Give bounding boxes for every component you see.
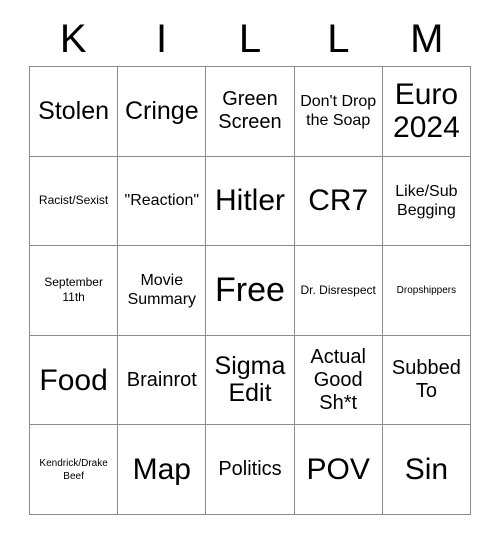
bingo-cell-label: Movie Summary <box>127 272 197 309</box>
bingo-cell-label: Subbed To <box>391 357 461 403</box>
bingo-cell[interactable]: Actual Good Sh*t <box>294 335 383 426</box>
bingo-cell-label: Kendrick/Drake Beef <box>39 457 108 482</box>
bingo-cell[interactable]: Don't Drop the Soap <box>294 67 383 157</box>
bingo-cell-label: Like/Sub Begging <box>395 182 458 219</box>
bingo-card: K I L L M Stolen Cringe Green Screen Don… <box>0 0 500 544</box>
bingo-cell[interactable]: Racist/Sexist <box>30 156 119 247</box>
bingo-cell-label: Politics <box>218 458 282 481</box>
bingo-cell[interactable]: Like/Sub Begging <box>382 156 471 247</box>
bingo-cell-label: Euro 2024 <box>393 78 460 145</box>
bingo-cell-label: Food <box>39 363 108 397</box>
bingo-cell-label: September 11th <box>44 275 103 305</box>
bingo-cell[interactable]: Cringe <box>118 67 207 157</box>
bingo-cell-label: Actual Good Sh*t <box>310 345 366 414</box>
bingo-cell-label: Racist/Sexist <box>38 193 109 208</box>
bingo-cell-label: Cringe <box>124 96 199 125</box>
bingo-cell-label: Stolen <box>38 96 110 125</box>
bingo-cell[interactable]: "Reaction" <box>118 156 207 247</box>
bingo-cell-label: Hitler <box>214 184 285 218</box>
bingo-cell[interactable]: Kendrick/Drake Beef <box>30 425 119 515</box>
header-letter-1: K <box>59 17 87 61</box>
bingo-cell-label: CR7 <box>308 184 369 218</box>
bingo-cell-free[interactable]: Free <box>206 246 295 336</box>
bingo-cell[interactable]: Sin <box>382 425 471 515</box>
bingo-cell[interactable]: Map <box>118 425 207 515</box>
bingo-cell[interactable]: Movie Summary <box>118 246 207 336</box>
bingo-cell-label: Sin <box>404 453 449 487</box>
bingo-cell[interactable]: Hitler <box>206 156 295 247</box>
bingo-cell[interactable]: Food <box>30 335 119 426</box>
bingo-cell-label: Dr. Disrespect <box>300 282 376 297</box>
bingo-cell-label: Dropshippers <box>396 284 457 296</box>
bingo-cell[interactable]: Euro 2024 <box>382 67 471 157</box>
bingo-cell[interactable]: September 11th <box>30 246 119 336</box>
bingo-cell-label: Free <box>215 270 285 309</box>
bingo-cell[interactable]: Politics <box>206 425 295 515</box>
bingo-cell[interactable]: Subbed To <box>382 335 471 426</box>
bingo-cell[interactable]: POV <box>294 425 383 515</box>
bingo-cell-label: Map <box>132 453 191 487</box>
bingo-cell[interactable]: Stolen <box>30 67 119 157</box>
bingo-cell[interactable]: Brainrot <box>118 335 207 426</box>
bingo-cell-label: "Reaction" <box>124 192 200 210</box>
bingo-cell-label: POV <box>306 453 370 487</box>
bingo-cell[interactable]: Sigma Edit <box>206 335 295 426</box>
bingo-header-letters: K I L L M <box>29 12 471 66</box>
bingo-cell-label: Don't Drop the Soap <box>300 93 377 130</box>
header-letter-3: L <box>238 17 262 61</box>
bingo-cell[interactable]: Green Screen <box>206 67 295 157</box>
bingo-cell-label: Brainrot <box>126 368 197 391</box>
bingo-grid: Stolen Cringe Green Screen Don't Drop th… <box>29 66 471 515</box>
header-letter-5: M <box>410 17 444 61</box>
header-letter-4: L <box>327 17 350 61</box>
bingo-cell-label: Green Screen <box>218 88 282 134</box>
bingo-cell[interactable]: CR7 <box>294 156 383 247</box>
header-letter-2: I <box>156 17 168 61</box>
bingo-cell[interactable]: Dropshippers <box>382 246 471 336</box>
bingo-cell-label: Sigma Edit <box>214 352 286 408</box>
bingo-cell[interactable]: Dr. Disrespect <box>294 246 383 336</box>
